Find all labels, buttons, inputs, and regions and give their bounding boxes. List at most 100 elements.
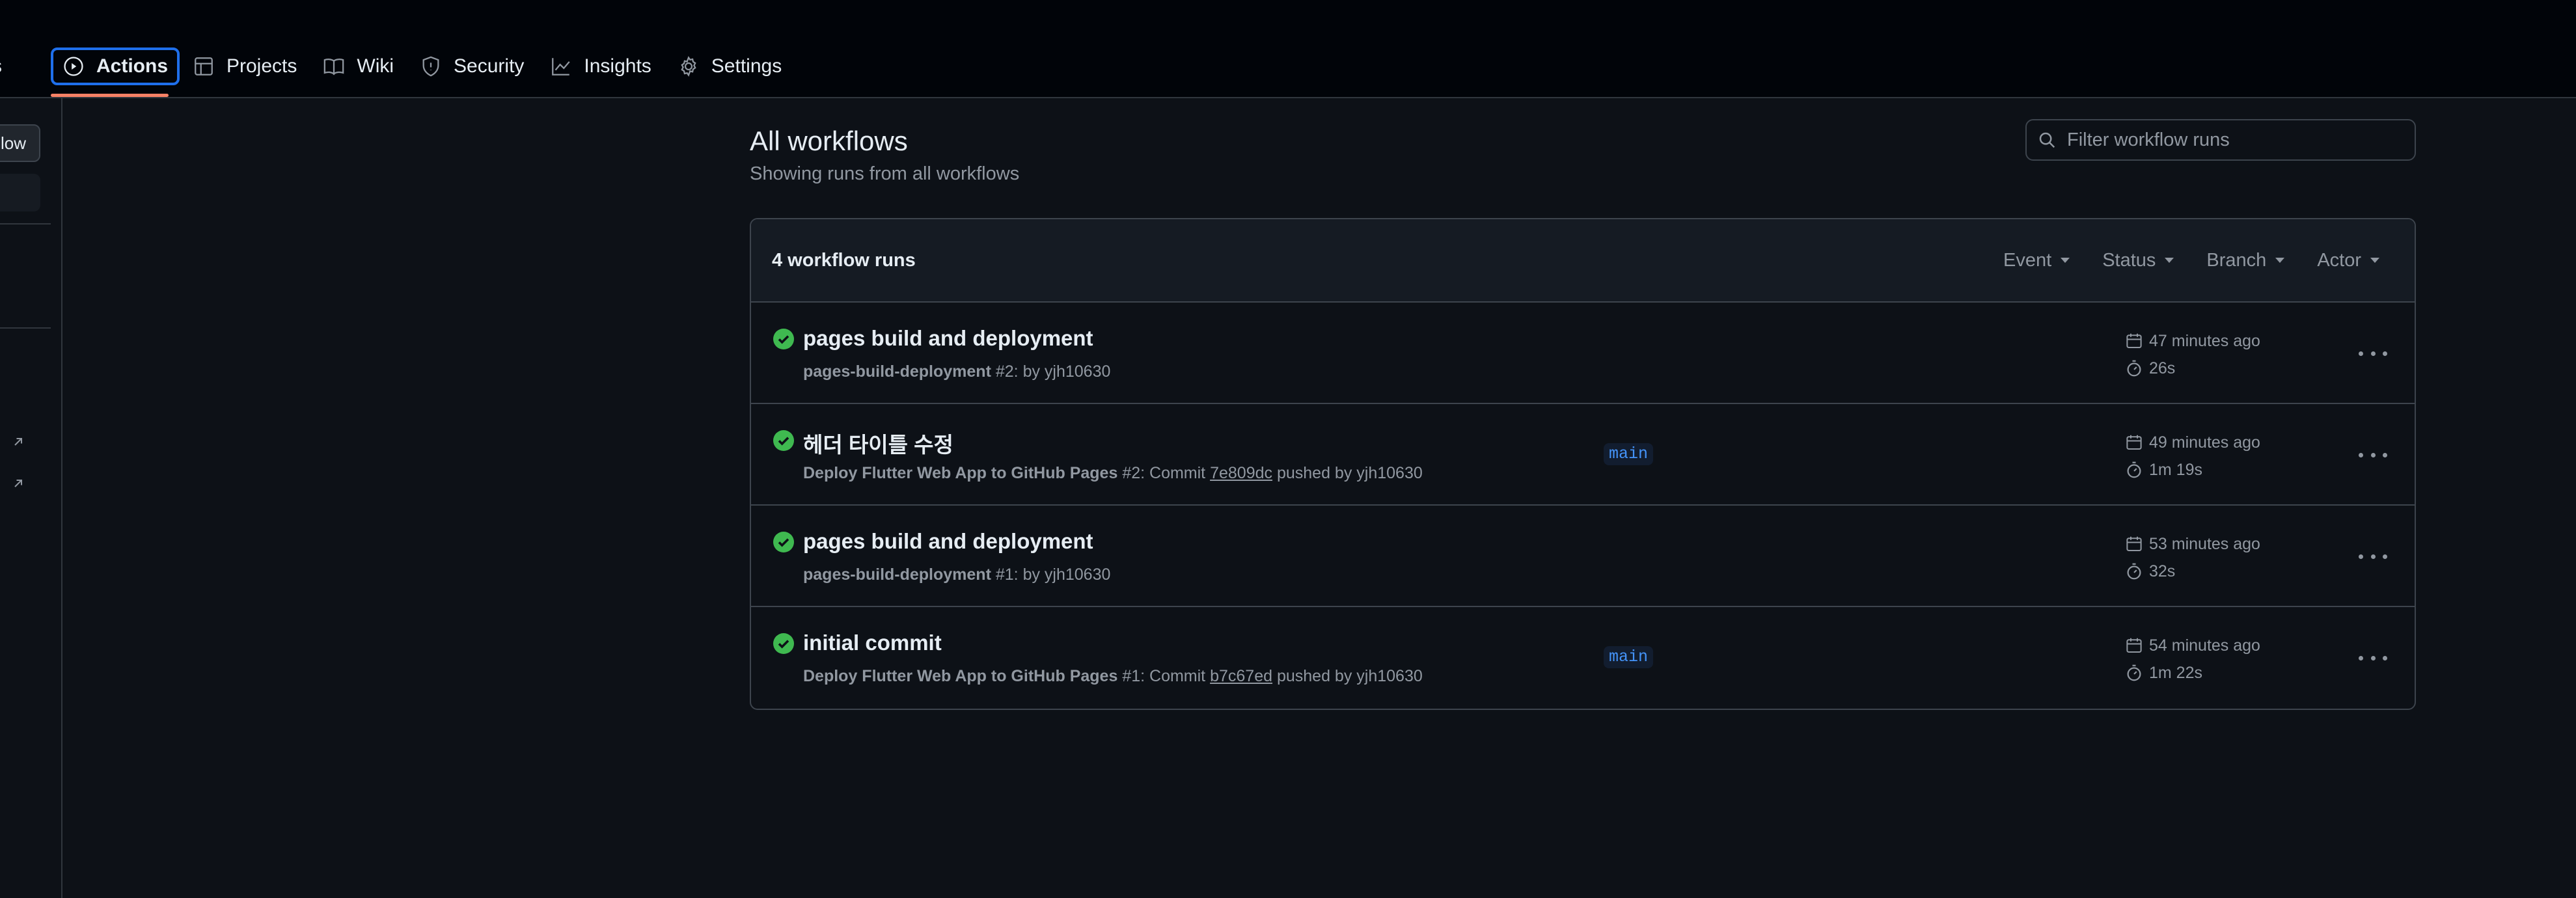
run-meta: Deploy Flutter Web App to GitHub Pages #… [803, 464, 1423, 483]
new-workflow-button-label: low [0, 133, 26, 153]
page-subtitle: Showing runs from all workflows [750, 163, 1020, 184]
kebab-menu-icon[interactable] [2359, 646, 2387, 670]
new-workflow-button[interactable]: low [0, 124, 40, 162]
run-timestamp-text: 53 minutes ago [2149, 534, 2260, 553]
run-timestamp-text: 54 minutes ago [2149, 636, 2260, 655]
run-workflow-name: Deploy Flutter Web App to GitHub Pages [803, 464, 1118, 482]
run-title-link[interactable]: initial commit [803, 631, 942, 655]
actor-filter-dropdown[interactable]: Actor [2317, 250, 2379, 271]
play-circle-icon [64, 57, 83, 76]
page-title: All workflows [750, 126, 908, 156]
calendar-icon [2126, 333, 2142, 348]
tab-security-label: Security [454, 55, 525, 77]
tab-pull-requests[interactable]: ests [0, 48, 15, 85]
run-number: #1 [1122, 667, 1141, 685]
tab-settings[interactable]: Settings [665, 48, 795, 85]
caret-down-icon [2061, 258, 2070, 263]
workflow-run-row: pages build and deployment pages-build-d… [751, 303, 2415, 404]
run-duration-text: 26s [2149, 359, 2176, 377]
run-commit-prefix: : Commit [1140, 667, 1211, 685]
active-tab-underline [51, 94, 169, 97]
caret-down-icon [2165, 258, 2174, 263]
run-number: #2 [995, 362, 1014, 381]
sidebar-divider [0, 327, 51, 329]
table-icon [195, 57, 213, 75]
tab-security[interactable]: Security [407, 48, 537, 85]
tab-insights[interactable]: Insights [537, 48, 664, 85]
tab-projects[interactable]: Projects [180, 48, 310, 85]
workflow-run-row: pages build and deployment pages-build-d… [751, 506, 2415, 607]
link-external-icon[interactable] [12, 477, 25, 490]
workflow-run-row: 헤더 타이틀 수정 Deploy Flutter Web App to GitH… [751, 404, 2415, 506]
branch-filter-label: Branch [2206, 249, 2267, 271]
runs-count: 4 workflow runs [772, 249, 916, 271]
run-meta-rest: pushed by yjh10630 [1272, 667, 1423, 685]
event-filter-dropdown[interactable]: Event [2003, 250, 2070, 271]
filter-runs-field [2025, 119, 2416, 161]
run-timestamp-text: 49 minutes ago [2149, 433, 2260, 452]
search-icon [2039, 132, 2055, 148]
graph-icon [552, 58, 571, 75]
event-filter-label: Event [2003, 249, 2052, 271]
run-timestamp: 53 minutes ago [2124, 534, 2260, 554]
kebab-menu-icon[interactable] [2359, 342, 2387, 365]
tab-actions-label: Actions [96, 55, 169, 77]
tab-wiki-label: Wiki [357, 55, 394, 77]
run-number: #2 [1122, 464, 1141, 482]
run-duration: 32s [2124, 562, 2175, 581]
workflow-run-row: initial commit Deploy Flutter Web App to… [751, 607, 2415, 709]
repo-nav-bar: ests Actions Projects Wiki Security Insi… [0, 0, 2576, 98]
run-duration-text: 1m 22s [2149, 663, 2202, 682]
run-meta-rest: pushed by yjh10630 [1272, 464, 1423, 482]
commit-sha-link[interactable]: 7e809dc [1210, 464, 1272, 482]
run-timestamp: 54 minutes ago [2124, 636, 2260, 655]
caret-down-icon [2275, 258, 2285, 263]
check-circle-icon [773, 633, 794, 654]
run-duration: 26s [2124, 359, 2175, 378]
workflow-sidebar: low [0, 97, 62, 898]
all-workflows-item[interactable] [0, 174, 40, 211]
commit-sha-link[interactable]: b7c67ed [1210, 667, 1272, 685]
run-meta: Deploy Flutter Web App to GitHub Pages #… [803, 667, 1423, 686]
run-duration-text: 32s [2149, 562, 2176, 580]
run-title-link[interactable]: 헤더 타이틀 수정 [803, 428, 953, 459]
run-number: #1 [995, 565, 1014, 584]
caret-down-icon [2370, 258, 2379, 263]
run-title-link[interactable]: pages build and deployment [803, 529, 1093, 554]
branch-badge[interactable]: main [1604, 443, 1654, 465]
tab-pull-requests-label: ests [0, 55, 2, 77]
branch-badge[interactable]: main [1604, 646, 1654, 668]
run-timestamp-text: 47 minutes ago [2149, 331, 2260, 350]
book-icon [324, 59, 344, 75]
stopwatch-icon [2127, 563, 2141, 580]
run-workflow-name: pages-build-deployment [803, 362, 991, 381]
kebab-menu-icon[interactable] [2359, 545, 2387, 568]
kebab-menu-icon[interactable] [2359, 443, 2387, 467]
sidebar-divider [0, 223, 51, 224]
tab-actions[interactable]: Actions [51, 48, 180, 85]
actor-filter-label: Actor [2317, 249, 2361, 271]
runs-filters: Event Status Branch Actor [1971, 250, 2379, 271]
tab-settings-label: Settings [711, 55, 782, 77]
tab-projects-label: Projects [226, 55, 297, 77]
calendar-icon [2126, 435, 2142, 450]
run-meta: pages-build-deployment #1: by yjh10630 [803, 565, 1110, 584]
runs-list-header: 4 workflow runs Event Status Branch Acto… [751, 219, 2415, 303]
run-timestamp: 47 minutes ago [2124, 331, 2260, 351]
calendar-icon [2126, 638, 2142, 653]
run-meta-rest: : by yjh10630 [1013, 362, 1111, 381]
tab-wiki[interactable]: Wiki [310, 48, 407, 85]
filter-runs-input[interactable] [2066, 128, 2407, 152]
check-circle-icon [773, 430, 794, 451]
check-circle-icon [773, 329, 794, 349]
run-timestamp: 49 minutes ago [2124, 433, 2260, 452]
branch-filter-dropdown[interactable]: Branch [2206, 249, 2285, 271]
shield-icon [422, 56, 439, 77]
link-external-icon[interactable] [12, 435, 25, 448]
status-filter-dropdown[interactable]: Status [2102, 250, 2174, 271]
run-title-link[interactable]: pages build and deployment [803, 326, 1093, 351]
run-commit-prefix: : Commit [1140, 464, 1211, 482]
check-circle-icon [773, 532, 794, 552]
workflow-runs-list: 4 workflow runs Event Status Branch Acto… [750, 218, 2416, 710]
run-meta-rest: : by yjh10630 [1013, 565, 1111, 584]
